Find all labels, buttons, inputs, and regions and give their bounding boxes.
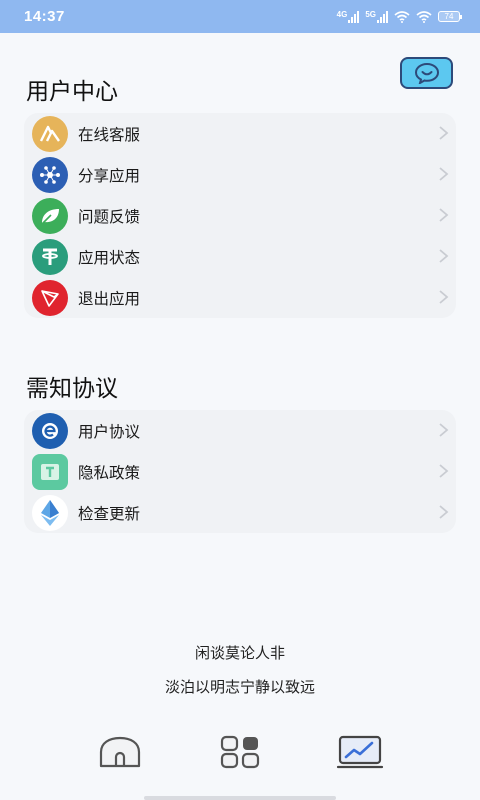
agreements-card: 用户协议 隐私政策 检查更新	[24, 410, 456, 533]
tab-home[interactable]	[96, 728, 144, 776]
wifi-icon-2	[416, 10, 432, 23]
home-icon	[99, 736, 141, 768]
e-icon	[32, 412, 68, 449]
user-center-card: 在线客服 分享应用 问题反馈 应用状态 退出应用	[24, 113, 456, 318]
ethereum-icon	[32, 494, 68, 531]
menu-item-exit-app[interactable]: 退出应用	[24, 277, 456, 318]
menu-item-label: 用户协议	[78, 422, 141, 441]
status-icons: 4G 5G 74	[337, 10, 462, 23]
footer-quote-line2: 淡泊以明志宁静以致远	[164, 678, 315, 696]
menu-item-share-app[interactable]: 分享应用	[24, 154, 456, 195]
menu-item-feedback[interactable]: 问题反馈	[24, 195, 456, 236]
status-time: 14:37	[24, 8, 65, 25]
battery-level: 74	[444, 12, 454, 21]
chat-button[interactable]	[400, 57, 453, 89]
tab-stats[interactable]	[336, 728, 384, 776]
chat-bubble-icon	[414, 62, 439, 84]
share-icon	[32, 156, 68, 193]
signal-5g-icon: 5G	[365, 10, 388, 23]
menu-item-label: 检查更新	[78, 504, 141, 523]
menu-item-privacy-policy[interactable]: 隐私政策	[24, 451, 456, 492]
tron-icon	[32, 279, 68, 316]
menu-item-online-service[interactable]: 在线客服	[24, 113, 456, 154]
customer-service-icon	[32, 115, 68, 152]
menu-item-label: 隐私政策	[78, 463, 141, 482]
menu-item-label: 退出应用	[78, 289, 141, 308]
tether-icon	[32, 238, 68, 275]
menu-item-label: 应用状态	[78, 248, 141, 267]
chevron-right-icon	[439, 208, 449, 222]
chevron-right-icon	[439, 423, 449, 437]
chevron-right-icon	[439, 290, 449, 304]
menu-item-label: 在线客服	[78, 125, 141, 144]
chevron-right-icon	[439, 464, 449, 478]
menu-item-app-status[interactable]: 应用状态	[24, 236, 456, 277]
battery-icon: 74	[438, 11, 462, 22]
menu-item-user-agreement[interactable]: 用户协议	[24, 410, 456, 451]
chevron-right-icon	[439, 249, 449, 263]
document-icon	[32, 453, 68, 490]
leaf-icon	[32, 197, 68, 234]
tab-apps[interactable]	[216, 728, 264, 776]
chevron-right-icon	[439, 505, 449, 519]
status-bar: 14:37 4G 5G 74	[0, 0, 480, 33]
agreements-title: 需知协议	[26, 376, 118, 402]
menu-item-check-update[interactable]: 检查更新	[24, 492, 456, 533]
footer-quote-line1: 闲谈莫论人非	[194, 644, 285, 662]
menu-item-label: 分享应用	[78, 166, 141, 185]
chevron-right-icon	[439, 126, 449, 140]
signal-4g-icon: 4G	[337, 10, 360, 23]
stats-chart-icon	[336, 735, 384, 769]
wifi-icon	[394, 10, 410, 23]
menu-item-label: 问题反馈	[78, 207, 141, 226]
chevron-right-icon	[439, 167, 449, 181]
bottom-tab-bar	[0, 728, 480, 778]
home-indicator	[144, 796, 336, 800]
user-center-title: 用户中心	[26, 79, 118, 105]
apps-grid-icon	[220, 735, 260, 769]
